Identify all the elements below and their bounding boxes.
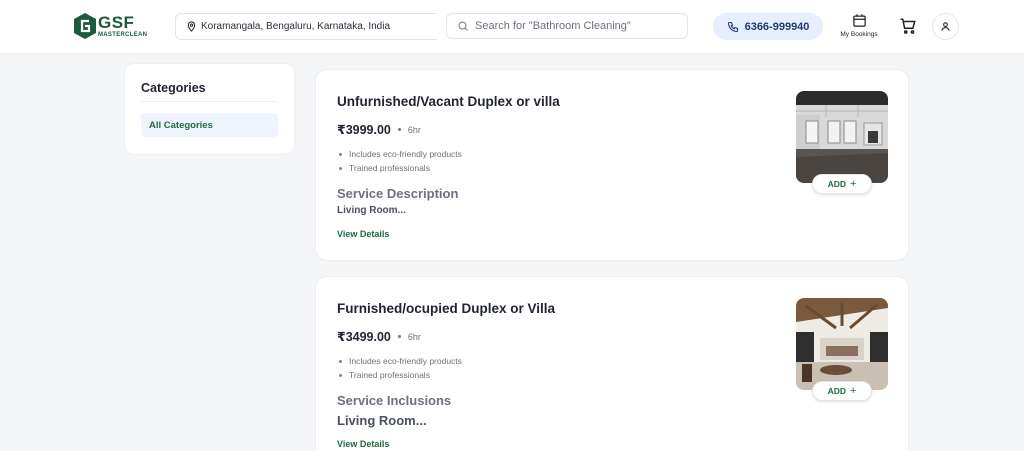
logo-mark-icon bbox=[74, 13, 96, 39]
logo-wordmark: GSF bbox=[98, 13, 135, 32]
plus-icon: + bbox=[849, 178, 857, 190]
top-header: GSF MASTERCLEAN Koramangala, Bengaluru, … bbox=[0, 0, 1024, 54]
inclusions-heading: Service Inclusions bbox=[337, 393, 452, 408]
add-to-cart-button[interactable]: ADD + bbox=[812, 174, 872, 194]
search-icon bbox=[458, 21, 468, 31]
description-heading: Service Description bbox=[337, 186, 459, 201]
service-image-furnished-room bbox=[796, 298, 888, 390]
service-title: Furnished/ocupied Duplex or Villa bbox=[337, 301, 556, 316]
logo-subtext: MASTERCLEAN bbox=[98, 32, 148, 38]
feature-list: Includes eco-friendly products Trained p… bbox=[339, 354, 462, 382]
categories-panel: Categories All Categories bbox=[124, 63, 295, 155]
feature-item: Trained professionals bbox=[339, 368, 462, 382]
location-text: Koramangala, Bengaluru, Karnataka, India bbox=[201, 21, 391, 32]
add-to-cart-button[interactable]: ADD + bbox=[812, 381, 872, 401]
my-bookings-button[interactable]: My Bookings bbox=[836, 13, 882, 41]
user-icon bbox=[941, 22, 950, 31]
feature-item: Includes eco-friendly products bbox=[339, 147, 462, 161]
price-row: ₹3499.00 6hr bbox=[337, 329, 421, 344]
add-label: ADD bbox=[827, 386, 846, 396]
search-bar[interactable] bbox=[446, 13, 688, 39]
price-row: ₹3999.00 6hr bbox=[337, 122, 421, 137]
phone-icon bbox=[727, 21, 738, 32]
plus-icon: + bbox=[849, 385, 857, 397]
view-details-link[interactable]: View Details bbox=[337, 439, 389, 449]
feature-item: Includes eco-friendly products bbox=[339, 354, 462, 368]
view-details-link[interactable]: View Details bbox=[337, 229, 389, 239]
location-selector[interactable]: Koramangala, Bengaluru, Karnataka, India bbox=[175, 13, 437, 40]
service-duration: 6hr bbox=[407, 124, 421, 135]
separator-dot bbox=[397, 128, 401, 131]
logo-text: GSF MASTERCLEAN bbox=[98, 14, 147, 38]
calendar-icon bbox=[852, 14, 866, 27]
my-bookings-label: My Bookings bbox=[840, 31, 878, 38]
service-duration: 6hr bbox=[407, 331, 421, 342]
service-card: Unfurnished/Vacant Duplex or villa ₹3999… bbox=[315, 69, 909, 261]
service-card: Furnished/ocupied Duplex or Villa ₹3499.… bbox=[315, 276, 909, 451]
categories-title: Categories bbox=[141, 81, 278, 102]
description-text: Living Room... bbox=[337, 205, 406, 216]
location-pin-icon bbox=[187, 21, 196, 32]
category-all[interactable]: All Categories bbox=[141, 113, 278, 137]
separator-dot bbox=[397, 335, 401, 338]
inclusions-text: Living Room... bbox=[337, 413, 427, 428]
brand-logo[interactable]: GSF MASTERCLEAN bbox=[74, 12, 147, 40]
cart-icon[interactable] bbox=[899, 17, 917, 35]
feature-item: Trained professionals bbox=[339, 161, 462, 175]
service-image-empty-room bbox=[796, 91, 888, 183]
service-title: Unfurnished/Vacant Duplex or villa bbox=[337, 94, 560, 109]
search-input[interactable] bbox=[475, 20, 675, 32]
feature-list: Includes eco-friendly products Trained p… bbox=[339, 147, 462, 175]
phone-number: 6366-999940 bbox=[744, 20, 810, 33]
service-price: ₹3499.00 bbox=[337, 330, 391, 344]
service-price: ₹3999.00 bbox=[337, 123, 391, 137]
add-label: ADD bbox=[827, 179, 846, 189]
profile-button[interactable] bbox=[932, 13, 959, 40]
phone-button[interactable]: 6366-999940 bbox=[713, 13, 823, 40]
